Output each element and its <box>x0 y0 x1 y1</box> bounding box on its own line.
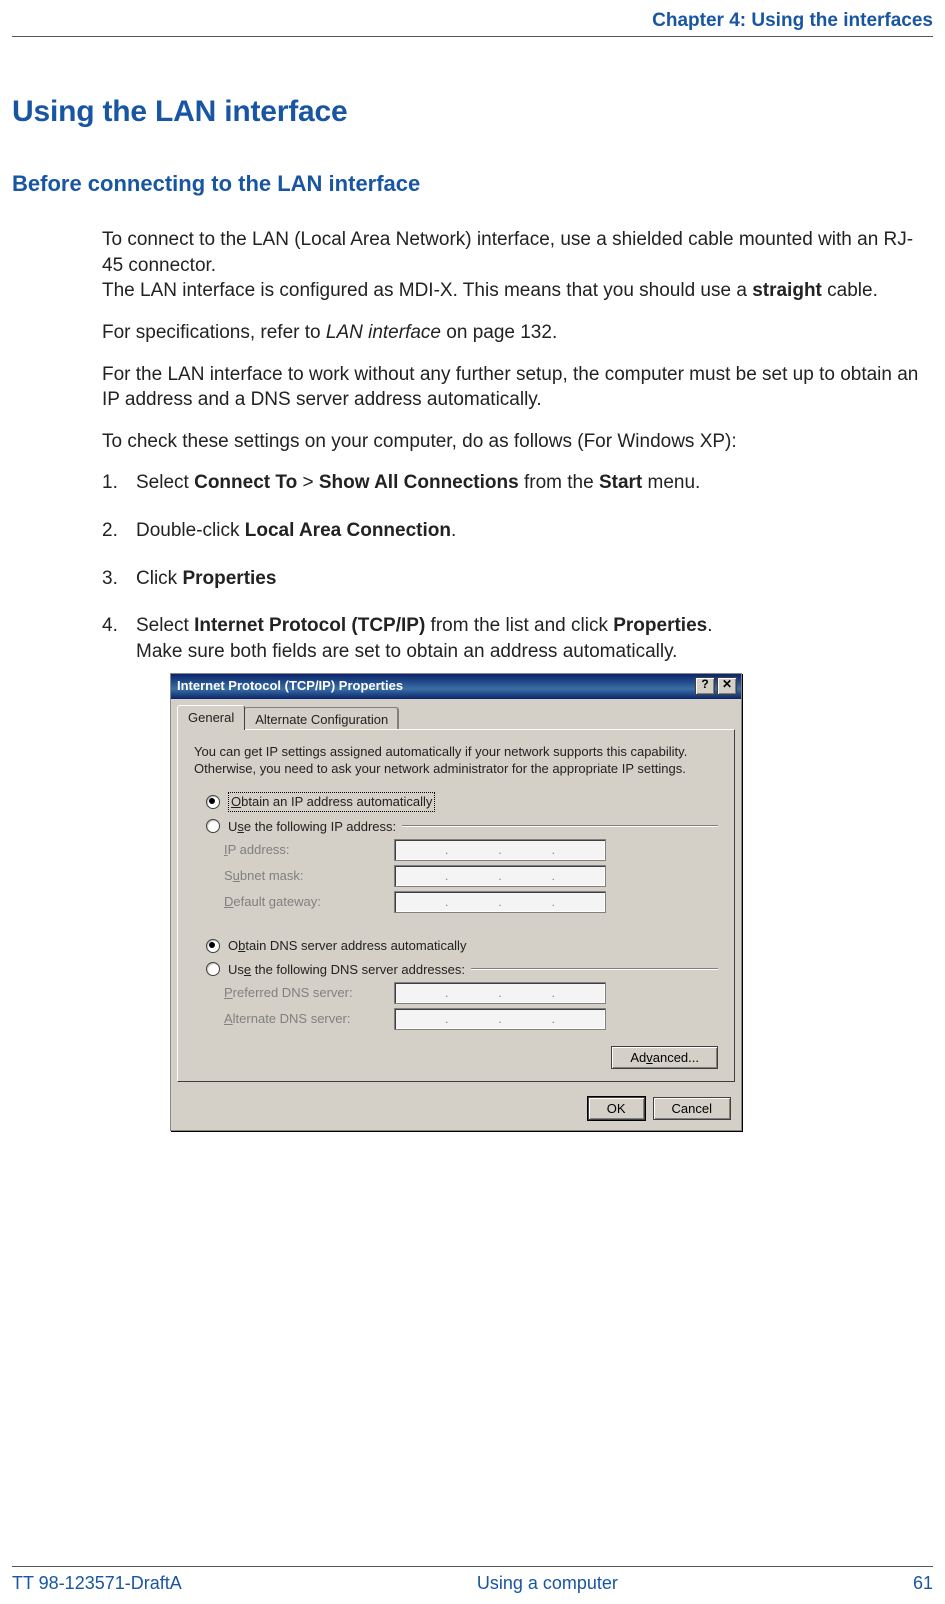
para-2-italic: LAN interface <box>326 322 441 343</box>
field-preferred-dns: Preferred DNS server:... <box>224 982 718 1004</box>
steps-list: Select Connect To > Show All Connections… <box>102 470 933 1131</box>
ip-input: ... <box>394 982 606 1004</box>
subsection-title: Before connecting to the LAN interface <box>12 171 933 197</box>
help-button[interactable]: ? <box>695 677 715 695</box>
field-label: Alternate DNS server: <box>224 1010 384 1028</box>
chapter-header: Chapter 4: Using the interfaces <box>12 10 933 37</box>
dialog-title: Internet Protocol (TCP/IP) Properties <box>177 677 403 695</box>
radio-icon <box>206 795 220 809</box>
ip-input: ... <box>394 839 606 861</box>
radio-use-following-dns[interactable]: Use the following DNS server addresses: <box>194 961 718 979</box>
step-item: Select Internet Protocol (TCP/IP) from t… <box>102 613 933 1131</box>
field-alternate-dns: Alternate DNS server:... <box>224 1008 718 1030</box>
page-footer: TT 98-123571-DraftA Using a computer 61 <box>12 1566 933 1604</box>
footer-section: Using a computer <box>477 1573 618 1594</box>
radio-label: Obtain an IP address automatically <box>228 792 435 812</box>
para-1b-bold: straight <box>752 280 822 301</box>
field-label: Subnet mask: <box>224 867 384 885</box>
para-1b-pre: The LAN interface is configured as MDI-X… <box>102 280 752 301</box>
field-label: IP address: <box>224 841 384 859</box>
footer-doc-id: TT 98-123571-DraftA <box>12 1573 182 1594</box>
advanced-button[interactable]: Advanced... <box>611 1046 718 1069</box>
field-default-gateway: Default gateway:... <box>224 891 718 913</box>
ip-input: ... <box>394 1008 606 1030</box>
section-title: Using the LAN interface <box>12 95 933 129</box>
radio-icon <box>206 819 220 833</box>
ok-button[interactable]: OK <box>588 1097 645 1120</box>
field-label: Default gateway: <box>224 893 384 911</box>
field-subnet-mask: Subnet mask:... <box>224 865 718 887</box>
tab-general[interactable]: General <box>177 705 245 731</box>
tcpip-properties-dialog: Internet Protocol (TCP/IP) Properties?✕ G… <box>170 673 742 1132</box>
para-4: To check these settings on your computer… <box>102 429 933 455</box>
step-item: Click Properties <box>102 566 933 592</box>
body-content: To connect to the LAN (Local Area Networ… <box>102 227 933 1153</box>
field-ip-address: IP address:... <box>224 839 718 861</box>
radio-obtain-dns-auto[interactable]: Obtain DNS server address automatically <box>194 937 718 955</box>
tab-panel-general: You can get IP settings assigned automat… <box>177 729 735 1082</box>
close-button[interactable]: ✕ <box>717 677 737 695</box>
step-item: Double-click Local Area Connection. <box>102 518 933 544</box>
field-label: Preferred DNS server: <box>224 984 384 1002</box>
para-3: For the LAN interface to work without an… <box>102 362 933 413</box>
radio-obtain-ip-auto[interactable]: Obtain an IP address automatically <box>194 792 718 812</box>
ip-input: ... <box>394 891 606 913</box>
footer-page-number: 61 <box>913 1573 933 1594</box>
dialog-description: You can get IP settings assigned automat… <box>194 744 718 778</box>
dialog-titlebar: Internet Protocol (TCP/IP) Properties?✕ <box>171 674 741 699</box>
para-1b-post: cable. <box>822 280 878 301</box>
step-item: Select Connect To > Show All Connections… <box>102 470 933 496</box>
para-2-post: on page 132. <box>441 322 557 343</box>
radio-icon <box>206 939 220 953</box>
radio-icon <box>206 962 220 976</box>
ip-input: ... <box>394 865 606 887</box>
radio-label: Obtain DNS server address automatically <box>228 937 466 955</box>
radio-use-following-ip[interactable]: Use the following IP address: <box>194 818 718 836</box>
para-1a: To connect to the LAN (Local Area Networ… <box>102 229 913 276</box>
para-2-pre: For specifications, refer to <box>102 322 326 343</box>
cancel-button[interactable]: Cancel <box>653 1097 731 1120</box>
